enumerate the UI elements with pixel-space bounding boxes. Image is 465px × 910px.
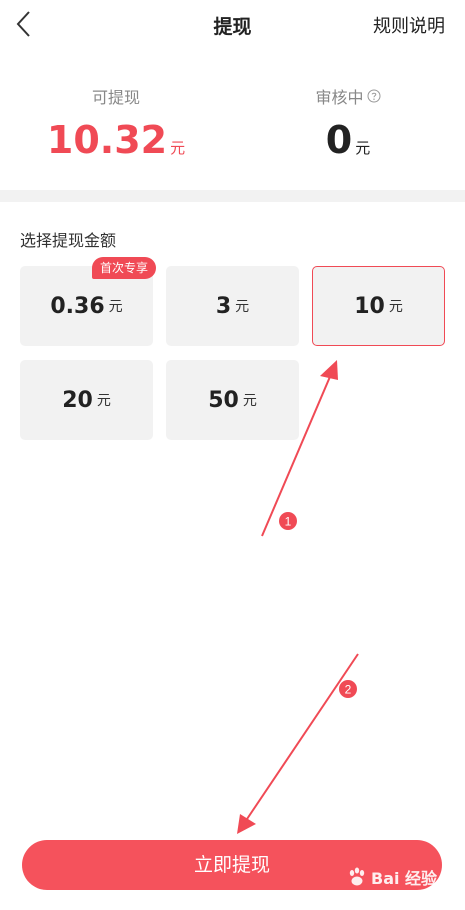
question-circle-icon[interactable] — [367, 89, 381, 103]
available-value: 10.32 — [46, 118, 168, 162]
watermark-text: Bai 经验 — [371, 869, 438, 888]
amount-unit: 元 — [388, 299, 403, 315]
amount-value: 0.36 — [50, 293, 105, 319]
first-time-badge: 首次专享 — [92, 257, 157, 279]
amount-option-50[interactable]: 50 元 — [166, 360, 299, 440]
amount-value: 10 — [354, 293, 385, 319]
amount-option-20[interactable]: 20 元 — [20, 360, 153, 440]
amount-option-10[interactable]: 10 元 — [312, 266, 445, 346]
amount-unit: 元 — [235, 299, 250, 315]
step-1-marker: 1 — [279, 512, 297, 530]
step-1-text: 1 — [285, 515, 292, 529]
rules-link[interactable]: 规则说明 — [373, 12, 445, 38]
available-label: 可提现 — [91, 88, 140, 107]
amount-value: 3 — [215, 293, 232, 319]
step-2-marker: 2 — [339, 680, 357, 698]
available-unit: 元 — [170, 139, 186, 157]
baidu-jingyan-watermark: Bai 经验 — [346, 860, 464, 894]
pending-amount: 0元 — [232, 118, 464, 170]
pending-value: 0 — [325, 118, 353, 162]
amount-value: 20 — [62, 387, 93, 413]
amount-unit: 元 — [242, 393, 257, 409]
pending-label-wrap: 审核中 — [315, 84, 380, 108]
nav-bar: 提现 规则说明 — [0, 0, 465, 50]
pending-label: 审核中 — [315, 88, 364, 107]
step-2-text: 2 — [345, 683, 352, 697]
arrow-2-icon — [237, 653, 359, 834]
baidu-paw-icon — [349, 867, 365, 886]
pending-balance: 审核中 0元 — [232, 84, 464, 170]
section-divider — [0, 190, 465, 202]
amount-section-label: 选择提现金额 — [20, 231, 117, 250]
amount-unit: 元 — [108, 299, 123, 315]
amount-unit: 元 — [96, 393, 111, 409]
available-amount: 10.32 元 — [0, 118, 232, 170]
amount-option-3[interactable]: 3元 — [166, 266, 299, 346]
pending-unit: 元 — [355, 139, 371, 157]
amount-value: 50 — [208, 387, 239, 413]
available-balance: 可提现 10.32 元 — [0, 84, 232, 170]
amount-option-0-36[interactable]: 首次专享 0.36 元 — [20, 257, 157, 346]
